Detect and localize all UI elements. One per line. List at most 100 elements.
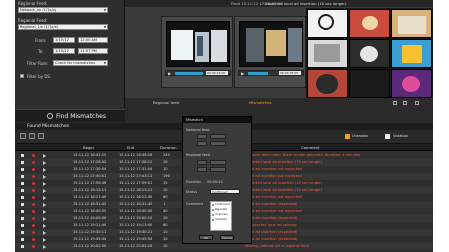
play-icon[interactable]	[43, 202, 46, 207]
status-icon	[32, 154, 35, 157]
play-icon[interactable]	[43, 174, 46, 179]
row-checkbox[interactable]	[21, 217, 24, 220]
thumbnail[interactable]	[391, 9, 432, 38]
regional-end-field-2[interactable]	[210, 167, 226, 172]
row-end: 15.11.12 18:31:42	[119, 202, 153, 206]
chevron-down-icon: ▼	[103, 61, 106, 65]
row-checkbox[interactable]	[21, 245, 24, 248]
delete-icon[interactable]	[38, 133, 44, 139]
settings-icon[interactable]	[415, 101, 419, 105]
filter-by-label: Filter by DS	[27, 74, 50, 79]
row-comment: Expected local ad insertion (10 sec long…	[245, 160, 323, 164]
play-icon[interactable]	[43, 195, 46, 200]
row-end: 15.11.12 19:45:54	[119, 237, 153, 241]
edit-icon[interactable]	[403, 101, 407, 105]
row-duration: 10	[163, 230, 168, 234]
violation-legend-icon	[385, 134, 390, 139]
thumbnail[interactable]	[307, 39, 348, 68]
play-icon[interactable]	[43, 209, 46, 214]
row-checkbox[interactable]	[21, 238, 24, 241]
play-icon[interactable]: ▶	[241, 71, 244, 76]
regional-end-field[interactable]	[210, 160, 226, 165]
row-comment: Local ad insertion (expected)	[245, 202, 298, 206]
regional-begin-field-2[interactable]	[197, 167, 207, 172]
export-icon[interactable]	[393, 101, 397, 105]
filter-rule-value: Check for mismatches	[55, 61, 96, 65]
national-end-field[interactable]	[210, 134, 226, 139]
national-end-field-2[interactable]	[210, 141, 226, 146]
col-end[interactable]: End	[127, 144, 134, 151]
dialog-cancel-button[interactable]: Cancel	[220, 235, 234, 240]
row-comment: Local ad insertion (expected)	[245, 230, 298, 234]
filter-rule-select[interactable]: Check for mismatches ▼	[53, 60, 108, 66]
uncheck-icon[interactable]	[29, 133, 35, 139]
col-comment[interactable]: Comment	[301, 144, 320, 151]
col-begin[interactable]: Begin	[83, 144, 94, 151]
table-row[interactable]: 15.11.12 20:02:00 15.11.12 20:02:10 10 Miss…	[15, 243, 433, 250]
regional-feed2-select[interactable]: Regional_1/x (1/1x/x) ▼	[18, 24, 108, 30]
row-begin: 15.11.12 18:31:42	[73, 202, 107, 206]
thumbnail[interactable]	[349, 69, 390, 98]
status-option[interactable]: Violation	[211, 217, 231, 222]
find-mismatches-button[interactable]: Find Mismatches	[15, 109, 125, 122]
national-begin-field-2[interactable]	[197, 141, 207, 146]
play-icon[interactable]	[43, 223, 46, 228]
mismatch-video-frame[interactable]	[239, 21, 303, 67]
regional-begin-field[interactable]	[197, 160, 207, 165]
mismatch-progress[interactable]	[248, 72, 268, 75]
legend-violation: Violation	[393, 134, 409, 138]
from-time-input[interactable]: 12:00 AM	[78, 37, 108, 43]
play-icon[interactable]	[43, 160, 46, 165]
thumbnail[interactable]	[391, 39, 432, 68]
to-date-value: 1/15/12	[55, 49, 69, 53]
row-duration: 60	[163, 195, 168, 199]
thumbnail[interactable]	[391, 69, 432, 98]
regional-feed-select[interactable]: Network_xx (1/1x/x) ▼	[18, 7, 108, 13]
row-checkbox[interactable]	[21, 203, 24, 206]
row-duration: 10	[163, 160, 168, 164]
play-icon[interactable]	[43, 181, 46, 186]
check-all-icon[interactable]	[20, 133, 26, 139]
row-checkbox[interactable]	[21, 224, 24, 227]
row-checkbox[interactable]	[21, 189, 24, 192]
play-icon[interactable]	[43, 188, 46, 193]
row-checkbox[interactable]	[21, 154, 24, 157]
national-begin-field[interactable]	[197, 134, 207, 139]
row-begin: 15.11.12 18:40:05	[73, 209, 107, 213]
row-begin: 15.11.12 18:21:40	[73, 195, 107, 199]
row-checkbox[interactable]	[21, 210, 24, 213]
row-checkbox[interactable]	[21, 196, 24, 199]
regional-feed-label: Regional Feed:	[18, 1, 48, 6]
to-time-input[interactable]: 11:57 PM	[78, 48, 108, 54]
play-icon[interactable]	[43, 153, 46, 158]
thumbnail[interactable]	[349, 9, 390, 38]
thumbnail[interactable]	[307, 9, 348, 38]
from-date-input[interactable]: 1/15/12	[53, 37, 75, 43]
row-checkbox[interactable]	[21, 175, 24, 178]
play-icon[interactable]	[43, 216, 46, 221]
row-begin: 15.11.12 19:30:11	[73, 230, 107, 234]
regional-video-frame[interactable]	[166, 21, 230, 67]
col-duration[interactable]: Duration	[160, 144, 177, 151]
play-icon[interactable]	[43, 230, 46, 235]
row-comment: Unexpected local ad splicing	[245, 223, 297, 227]
dialog-ok-button[interactable]: OK	[199, 235, 213, 240]
play-icon[interactable]	[43, 244, 46, 249]
to-date-input[interactable]: 1/15/12	[53, 48, 75, 54]
row-checkbox[interactable]	[21, 182, 24, 185]
row-checkbox[interactable]	[21, 231, 24, 234]
play-icon[interactable]: ▶	[168, 71, 171, 76]
play-icon[interactable]	[43, 237, 46, 242]
unknown-legend-icon	[345, 134, 350, 139]
row-duration: 10	[163, 244, 168, 248]
regional-feed2-label: Regional Feed:	[18, 18, 48, 23]
thumbnail[interactable]	[349, 39, 390, 68]
video-area: Feed 15.11.12 17:28:02:16 Expected local…	[125, 0, 433, 108]
filter-by-checkbox[interactable]	[20, 74, 24, 78]
regional-progress[interactable]	[175, 72, 203, 75]
row-checkbox[interactable]	[21, 161, 24, 164]
dialog-status-select[interactable]: Confirmed	[210, 189, 240, 194]
play-icon[interactable]	[43, 167, 46, 172]
thumbnail[interactable]	[307, 69, 348, 98]
row-checkbox[interactable]	[21, 168, 24, 171]
